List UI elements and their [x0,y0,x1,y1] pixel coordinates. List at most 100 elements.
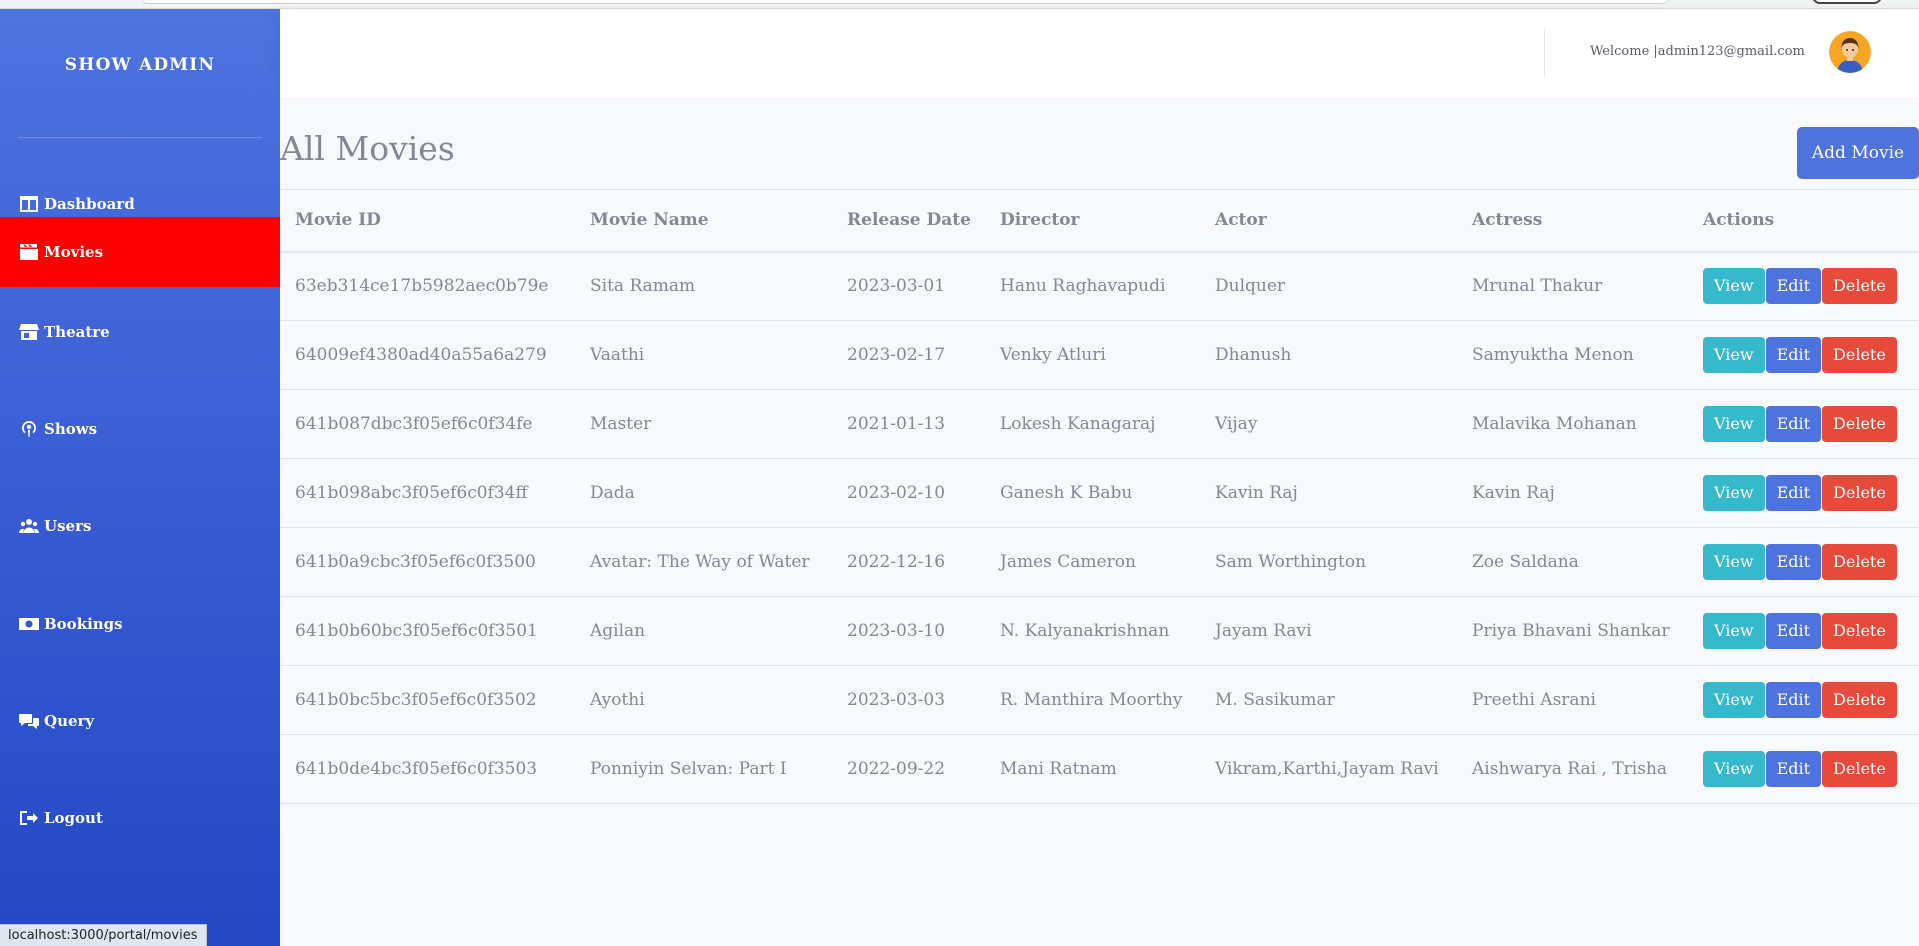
sidebar-item-users[interactable]: Users [0,491,280,561]
column-header: Actions [1688,189,1919,253]
sidebar-item-label: Bookings [44,615,123,633]
cell-actor: M. Sasikumar [1200,665,1457,735]
column-header: Movie ID [280,189,575,253]
address-bar[interactable] [140,0,1670,4]
sidebar: SHOW ADMIN Dashboard Movies Theatre Show… [0,9,280,946]
sidebar-item-label: Movies [44,243,104,261]
view-button[interactable]: View [1703,751,1765,787]
table-row: 641b098abc3f05ef6c0f34ff Dada 2023-02-10 Ga… [280,458,1919,528]
cell-release: 2023-03-10 [832,596,985,666]
browser-action-button[interactable] [1812,0,1882,4]
topbar-divider [1544,29,1545,77]
cell-actions: View Edit Delete [1688,527,1919,597]
sidebar-item-query[interactable]: Query [0,686,280,756]
cell-release: 2022-09-22 [832,734,985,804]
table-row: 641b0bc5bc3f05ef6c0f3502 Ayothi 2023-03-03… [280,665,1919,735]
status-bar-url: localhost:3000/portal/movies [0,924,207,946]
cell-release: 2021-01-13 [832,389,985,459]
edit-button[interactable]: Edit [1765,682,1822,718]
cell-director: James Cameron [985,527,1200,597]
view-button[interactable]: View [1703,544,1765,580]
cell-name: Sita Ramam [575,251,832,321]
sidebar-item-label: Logout [44,809,103,827]
delete-button[interactable]: Delete [1822,682,1897,718]
clapperboard-icon [18,242,40,262]
cell-director: Lokesh Kanagaraj [985,389,1200,459]
view-button[interactable]: View [1703,475,1765,511]
cell-actress: Zoe Saldana [1457,527,1688,597]
cell-actress: Priya Bhavani Shankar [1457,596,1688,666]
cell-name: Dada [575,458,832,528]
view-button[interactable]: View [1703,337,1765,373]
cell-director: R. Manthira Moorthy [985,665,1200,735]
cell-actor: Vijay [1200,389,1457,459]
edit-button[interactable]: Edit [1765,406,1822,442]
cell-director: Mani Ratnam [985,734,1200,804]
table-row: 63eb314ce17b5982aec0b79e Sita Ramam 2023-0… [280,251,1919,321]
sidebar-item-shows[interactable]: Shows [0,394,280,464]
table-header-row: Movie ID Movie Name Release Date Directo… [280,189,1919,253]
edit-button[interactable]: Edit [1765,268,1822,305]
browser-toolbar [0,0,1919,9]
view-button[interactable]: View [1703,613,1765,649]
delete-button[interactable]: Delete [1822,544,1897,580]
comments-icon [18,711,40,731]
cell-release: 2022-12-16 [832,527,985,597]
cell-id: 641b0de4bc3f05ef6c0f3503 [280,734,575,804]
sidebar-item-logout[interactable]: Logout [0,783,280,853]
user-avatar-icon[interactable] [1829,31,1871,73]
cell-name: Vaathi [575,320,832,390]
edit-button[interactable]: Edit [1765,751,1822,787]
cell-name: Ayothi [575,665,832,735]
cell-release: 2023-02-17 [832,320,985,390]
delete-button[interactable]: Delete [1822,613,1897,649]
sidebar-item-bookings[interactable]: Bookings [0,589,280,659]
cell-actress: Malavika Mohanan [1457,389,1688,459]
edit-button[interactable]: Edit [1765,337,1822,373]
delete-button[interactable]: Delete [1822,268,1897,305]
store-icon [18,322,40,342]
cell-actions: View Edit Delete [1688,458,1919,528]
cell-id: 641b0a9cbc3f05ef6c0f3500 [280,527,575,597]
columns-icon [18,194,40,214]
cell-actions: View Edit Delete [1688,665,1919,735]
cell-actress: Kavin Raj [1457,458,1688,528]
add-movie-button[interactable]: Add Movie [1797,127,1919,179]
cell-actions: View Edit Delete [1688,251,1919,321]
cell-actor: Dhanush [1200,320,1457,390]
users-icon [18,516,40,536]
edit-button[interactable]: Edit [1765,613,1822,649]
cell-actor: Vikram,Karthi,Jayam Ravi [1200,734,1457,804]
sidebar-item-label: Shows [44,420,98,438]
column-header: Actor [1200,189,1457,253]
cell-name: Agilan [575,596,832,666]
delete-button[interactable]: Delete [1822,751,1897,787]
cell-actor: Kavin Raj [1200,458,1457,528]
edit-button[interactable]: Edit [1765,544,1822,580]
cell-actress: Preethi Asrani [1457,665,1688,735]
brand-title[interactable]: SHOW ADMIN [0,55,280,75]
view-button[interactable]: View [1703,268,1765,305]
welcome-text[interactable]: Welcome |admin123@gmail.com [1590,44,1805,59]
podcast-icon [18,419,40,439]
page-title: All Movies [280,129,455,168]
table-row: 641b087dbc3f05ef6c0f34fe Master 2021-01-13… [280,389,1919,459]
column-header: Movie Name [575,189,832,253]
cell-director: Hanu Raghavapudi [985,251,1200,321]
delete-button[interactable]: Delete [1822,475,1897,511]
main-content: All Movies Add Movie Movie ID Movie Name… [280,97,1919,946]
sidebar-item-label: Dashboard [44,195,135,213]
movies-table: Movie ID Movie Name Release Date Directo… [280,189,1919,804]
cell-actor: Jayam Ravi [1200,596,1457,666]
edit-button[interactable]: Edit [1765,475,1822,511]
delete-button[interactable]: Delete [1822,406,1897,442]
view-button[interactable]: View [1703,406,1765,442]
cell-actress: Aishwarya Rai , Trisha [1457,734,1688,804]
view-button[interactable]: View [1703,682,1765,718]
sidebar-item-movies[interactable]: Movies [0,217,280,287]
delete-button[interactable]: Delete [1822,337,1897,373]
cell-director: Venky Atluri [985,320,1200,390]
sidebar-item-theatre[interactable]: Theatre [0,297,280,367]
cell-actor: Dulquer [1200,251,1457,321]
sidebar-item-label: Theatre [44,323,110,341]
